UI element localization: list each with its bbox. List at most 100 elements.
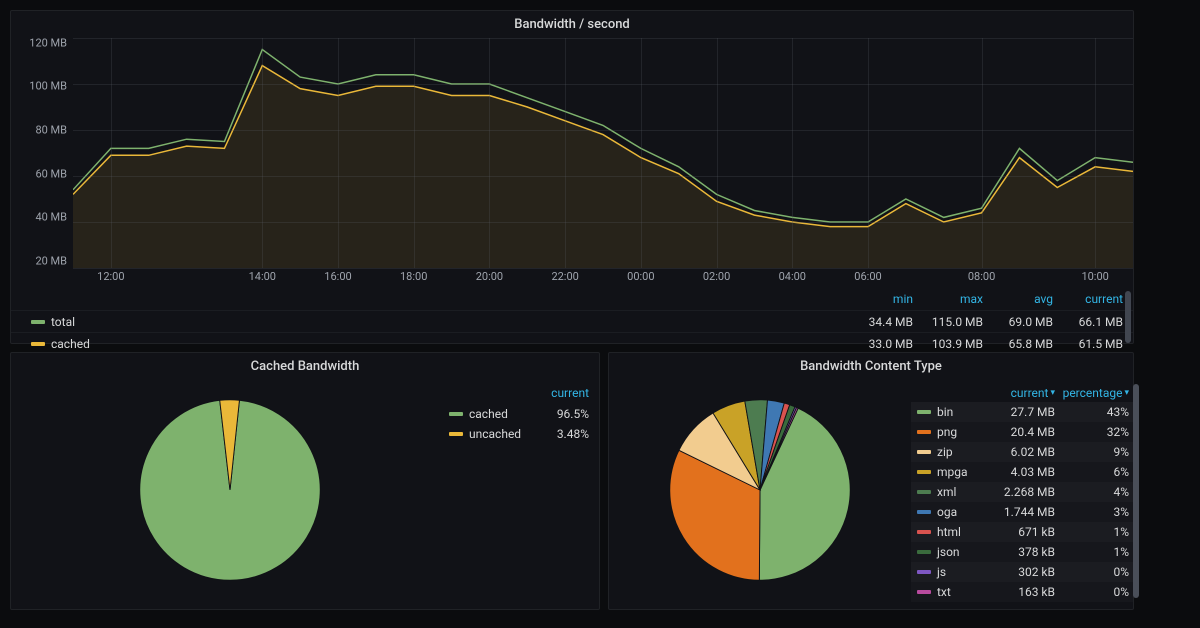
legend-row-zip[interactable]: zip 6.02 MB9% (911, 442, 1133, 462)
x-axis: 12:0014:0016:0018:0020:0022:0000:0002:00… (73, 268, 1133, 288)
line-chart[interactable]: 120 MB 100 MB 80 MB 60 MB 40 MB 20 MB (11, 38, 1133, 268)
chevron-down-icon: ▾ (1124, 388, 1129, 398)
series-current: 1.744 MB (985, 505, 1055, 519)
series-percent: 3% (1055, 505, 1129, 519)
legend-header: current▾ percentage▾ (911, 386, 1133, 402)
y-tick: 80 MB (35, 124, 67, 137)
plot-area[interactable] (73, 38, 1133, 268)
legend-table: min max avg current total 34.4 MB 115.0 … (11, 288, 1133, 354)
x-tick: 10:00 (1081, 270, 1108, 283)
scrollbar-thumb[interactable] (1133, 384, 1139, 598)
series-current: 6.02 MB (985, 445, 1055, 459)
val-avg: 69.0 MB (987, 315, 1057, 329)
series-name: txt (937, 585, 951, 599)
series-name: html (937, 525, 961, 539)
series-name: oga (937, 505, 957, 519)
x-tick: 08:00 (968, 270, 995, 283)
legend-row-png[interactable]: png20.4 MB32% (911, 422, 1133, 442)
pie-chart[interactable] (11, 380, 449, 600)
x-tick: 00:00 (627, 270, 654, 283)
series-name: total (51, 315, 75, 329)
series-percent: 43% (1055, 405, 1129, 419)
legend-row-cached[interactable]: cached 33.0 MB 103.9 MB 65.8 MB 61.5 MB (11, 332, 1133, 354)
series-value: 96.5% (533, 407, 589, 421)
series-swatch (449, 412, 463, 416)
x-tick: 20:00 (476, 270, 503, 283)
series-swatch (917, 470, 931, 474)
val-avg: 65.8 MB (987, 337, 1057, 351)
legend-row-txt[interactable]: txt163 kB0% (911, 582, 1133, 602)
x-tick: 18:00 (400, 270, 427, 283)
series-swatch (917, 490, 931, 494)
x-tick: 06:00 (854, 270, 881, 283)
series-value: 3.48% (533, 427, 589, 441)
series-name: json (937, 545, 960, 559)
series-swatch (917, 430, 931, 434)
legend-row-json[interactable]: json378 kB1% (911, 542, 1133, 562)
col-current[interactable]: current▾ (985, 386, 1055, 400)
series-swatch (449, 432, 463, 436)
legend-row-xml[interactable]: xml 2.268 MB4% (911, 482, 1133, 502)
series-percent: 4% (1055, 485, 1129, 499)
x-tick: 02:00 (703, 270, 730, 283)
series-name: cached (51, 337, 90, 351)
series-name: cached (469, 407, 508, 421)
series-percent: 32% (1055, 425, 1129, 439)
panel-bandwidth-content-type: Bandwidth Content Type current▾ percenta… (608, 352, 1134, 610)
legend-row-js[interactable]: js302 kB0% (911, 562, 1133, 582)
legend-row-oga[interactable]: oga 1.744 MB3% (911, 502, 1133, 522)
series-swatch (917, 510, 931, 514)
col-min[interactable]: min (847, 292, 917, 306)
panel-title[interactable]: Bandwidth Content Type (609, 353, 1133, 380)
legend-header: current (449, 386, 589, 400)
legend-row-cached[interactable]: cached 96.5% (449, 404, 589, 424)
series-name: uncached (469, 427, 521, 441)
panel-title[interactable]: Bandwidth / second (11, 11, 1133, 38)
series-current: 27.7 MB (985, 405, 1055, 419)
val-max: 103.9 MB (917, 337, 987, 351)
x-tick: 22:00 (551, 270, 578, 283)
val-max: 115.0 MB (917, 315, 987, 329)
series-swatch (917, 590, 931, 594)
col-avg[interactable]: avg (987, 292, 1057, 306)
y-tick: 40 MB (35, 211, 67, 224)
pie-legend: current cached 96.5% uncached 3.48% (449, 380, 599, 600)
series-current: 4.03 MB (985, 465, 1055, 479)
y-tick: 60 MB (35, 167, 67, 180)
scrollbar-thumb[interactable] (1125, 291, 1131, 343)
series-name: zip (937, 445, 953, 459)
series-name: bin (937, 405, 953, 419)
series-percent: 9% (1055, 445, 1129, 459)
series-name: xml (937, 485, 956, 499)
series-swatch (917, 550, 931, 554)
y-tick: 100 MB (29, 80, 67, 93)
series-percent: 0% (1055, 585, 1129, 599)
legend-row-uncached[interactable]: uncached 3.48% (449, 424, 589, 444)
series-swatch (917, 570, 931, 574)
pie-chart[interactable] (609, 380, 911, 600)
legend-row-mpga[interactable]: mpga4.03 MB6% (911, 462, 1133, 482)
series-name: js (937, 565, 946, 579)
x-tick: 04:00 (779, 270, 806, 283)
col-max[interactable]: max (917, 292, 987, 306)
legend-row-bin[interactable]: bin 27.7 MB43% (911, 402, 1133, 422)
x-tick: 16:00 (324, 270, 351, 283)
panel-bandwidth-per-second: Bandwidth / second 120 MB 100 MB 80 MB 6… (10, 10, 1134, 344)
legend-row-html[interactable]: html 671 kB1% (911, 522, 1133, 542)
legend-row-total[interactable]: total 34.4 MB 115.0 MB 69.0 MB 66.1 MB (11, 310, 1133, 332)
col-current[interactable]: current (1057, 292, 1127, 306)
series-current: 2.268 MB (985, 485, 1055, 499)
val-min: 34.4 MB (847, 315, 917, 329)
val-current: 66.1 MB (1057, 315, 1127, 329)
series-swatch (917, 530, 931, 534)
y-axis: 120 MB 100 MB 80 MB 60 MB 40 MB 20 MB (11, 38, 73, 268)
val-current: 61.5 MB (1057, 337, 1127, 351)
val-min: 33.0 MB (847, 337, 917, 351)
series-swatch (917, 450, 931, 454)
series-name: mpga (937, 465, 968, 479)
col-current[interactable]: current (533, 386, 589, 400)
col-percentage[interactable]: percentage▾ (1055, 386, 1129, 400)
series-current: 671 kB (985, 525, 1055, 539)
panel-title[interactable]: Cached Bandwidth (11, 353, 599, 380)
series-percent: 1% (1055, 525, 1129, 539)
